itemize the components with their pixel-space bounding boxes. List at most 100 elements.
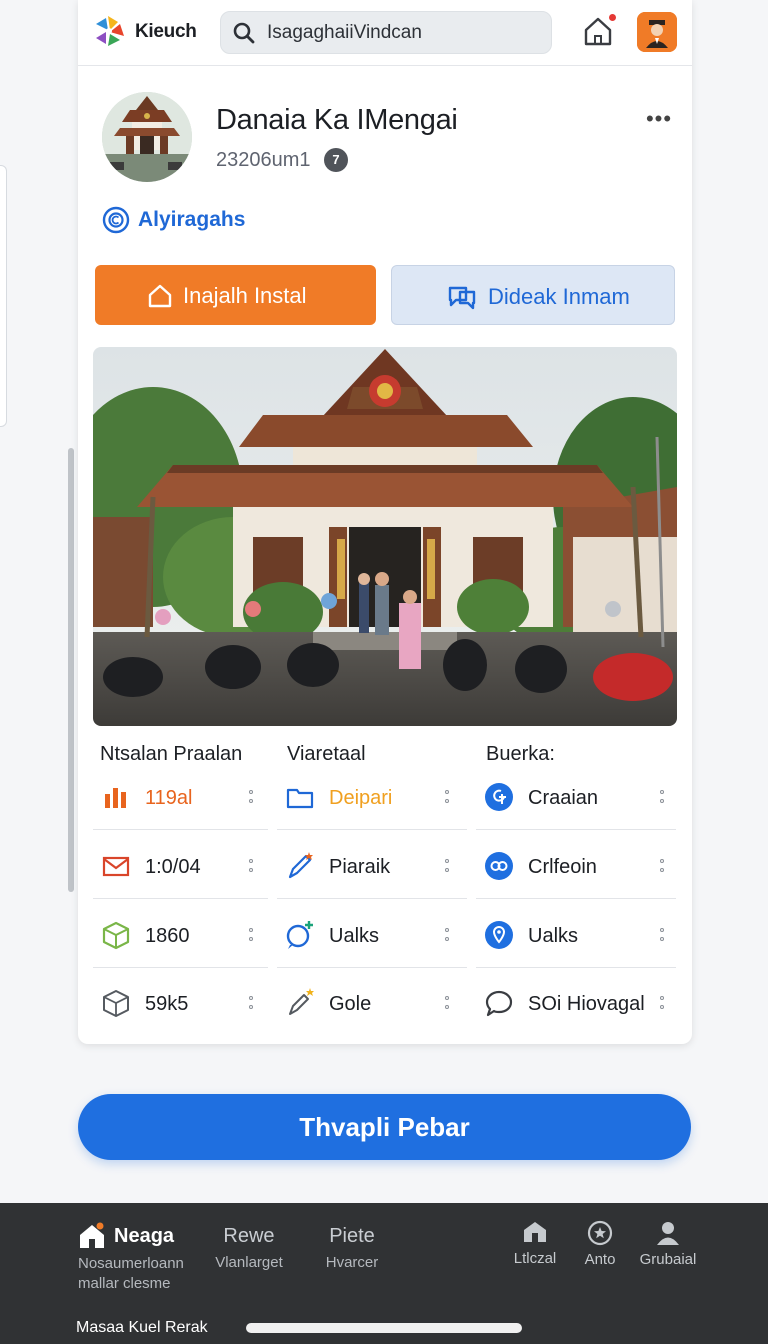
cube-icon [102,921,130,950]
row-menu-icon[interactable] [443,859,451,877]
stat-value: Ualks [329,925,380,947]
stat-value: Craaian [528,787,599,809]
profile-meta: 23206um1 [216,149,311,171]
row-menu-icon[interactable] [658,996,666,1014]
nav-anto[interactable]: Anto [578,1220,622,1268]
profile-card: Kieuch IsagaghaiiVindcan Danaia Ka IMeng… [78,0,692,1044]
row-menu-icon[interactable] [658,790,666,808]
message-button[interactable]: Dideak Inmam [391,265,675,325]
row-menu-icon[interactable] [247,790,255,808]
search-input[interactable] [267,12,537,53]
stat-value: Crlfeoin [528,856,597,878]
row-menu-icon[interactable] [658,928,666,946]
search-icon [233,22,255,44]
stat-row[interactable]: 1:0/04 [93,837,268,899]
stat-value: 1:0/04 [145,856,201,878]
nav-piete-sub: Hvarcer [325,1254,379,1271]
stat-value: 59k5 [145,993,189,1015]
verified-label: Alyiragahs [138,208,246,231]
pin-icon [485,921,513,949]
stat-value: Gole [329,993,372,1015]
stat-value: SOi Hiovagal [528,993,645,1015]
home-outline-icon [148,284,172,308]
message-button-label: Dideak Inmam [488,284,630,309]
nav-home-label: Neaga [114,1224,175,1247]
nav-review-sub: Vlanlarget [215,1254,283,1271]
nav-global[interactable]: Grubaial [638,1220,698,1268]
row-menu-icon[interactable] [658,859,666,877]
stat-row[interactable]: Craaian [476,768,676,830]
temple-photo-image [93,347,677,726]
profile-photo[interactable] [102,92,192,182]
nav-home-sub-2: mallar clesme [78,1275,171,1292]
profile-name: Danaia Ka IMengai [216,104,458,136]
home-filled-icon [80,1222,104,1248]
nav-local-label: Ltlczal [513,1250,557,1267]
user-avatar-icon [637,12,677,52]
stat-row[interactable]: Gole [277,974,467,1036]
nav-global-label: Grubaial [639,1251,697,1268]
nav-review-label: Rewe [223,1225,275,1247]
star-circle-icon [587,1220,613,1246]
primary-cta-button[interactable]: Thvapli Pebar [78,1094,691,1160]
row-menu-icon[interactable] [443,790,451,808]
stat-row[interactable]: 1860 [93,906,268,968]
verified-icon [102,206,130,234]
nav-anto-label: Anto [584,1251,616,1268]
nav-home[interactable]: Neaga Nosaumerloann mallar clesme [78,1222,184,1294]
stat-value: Deipari [329,787,393,809]
stats-column-title-3: Buerka: [486,743,555,765]
stat-value: 119al [145,787,193,809]
row-menu-icon[interactable] [443,928,451,946]
notification-dot [607,12,618,23]
side-panel-edge[interactable] [0,165,7,427]
bar-chart-icon [105,788,126,808]
stat-value: Piaraik [329,856,391,878]
bottom-caption: Masaa Kuel Rerak [76,1319,208,1336]
pen-icon [288,852,313,879]
stat-row[interactable]: Deipari [277,768,467,830]
speech-icon [485,990,513,1017]
home-indicator[interactable] [246,1323,522,1333]
stat-row[interactable]: 59k5 [93,974,268,1036]
stat-row[interactable]: Piaraik [277,837,467,899]
nav-local[interactable]: Ltlczal [508,1220,562,1267]
stat-row[interactable]: Crlfeoin [476,837,676,899]
folder-icon [286,788,314,809]
pen-star-icon [289,988,314,1015]
chat-bubbles-icon [448,286,476,310]
nav-review[interactable]: Rewe Vlanlarget [215,1225,283,1273]
app-logo-icon[interactable] [92,14,126,48]
nav-home-sub-1: Nosaumerloann [78,1255,184,1272]
stat-value: Ualks [528,925,579,947]
stat-row[interactable]: Ualks [277,906,467,968]
meta-badge: 7 [324,148,348,172]
stats-column-title-2: Viaretaal [287,743,366,765]
box-icon [103,990,129,1017]
user-avatar-button[interactable] [637,12,677,52]
circle-info-icon [485,783,513,811]
stats-column-title-1: Ntsalan Praalan [100,743,243,765]
row-menu-icon[interactable] [443,996,451,1014]
row-menu-icon[interactable] [247,859,255,877]
more-options-icon[interactable]: ••• [644,108,674,130]
user-icon [657,1222,679,1245]
stat-row[interactable]: Ualks [476,906,676,968]
row-menu-icon[interactable] [247,928,255,946]
brand-name: Kieuch [135,21,197,42]
stat-value: 1860 [145,925,190,947]
nav-piete-label: Piete [329,1225,375,1247]
main-photo[interactable] [93,347,677,726]
install-button[interactable]: Inajalh Instal [95,265,376,325]
top-bar: Kieuch [78,0,692,66]
stat-row[interactable]: 119al [93,768,268,830]
stat-row[interactable]: SOi Hiovagal [476,974,676,1036]
mail-icon [102,856,130,877]
scrollbar[interactable] [68,448,74,892]
nav-piete[interactable]: Piete Hvarcer [318,1225,386,1273]
search-bar[interactable] [220,11,552,54]
row-menu-icon[interactable] [247,996,255,1014]
bottom-nav: Neaga Nosaumerloann mallar clesme Rewe V… [0,1203,768,1344]
building-icon [524,1222,546,1242]
temple-thumbnail-icon [102,92,192,182]
